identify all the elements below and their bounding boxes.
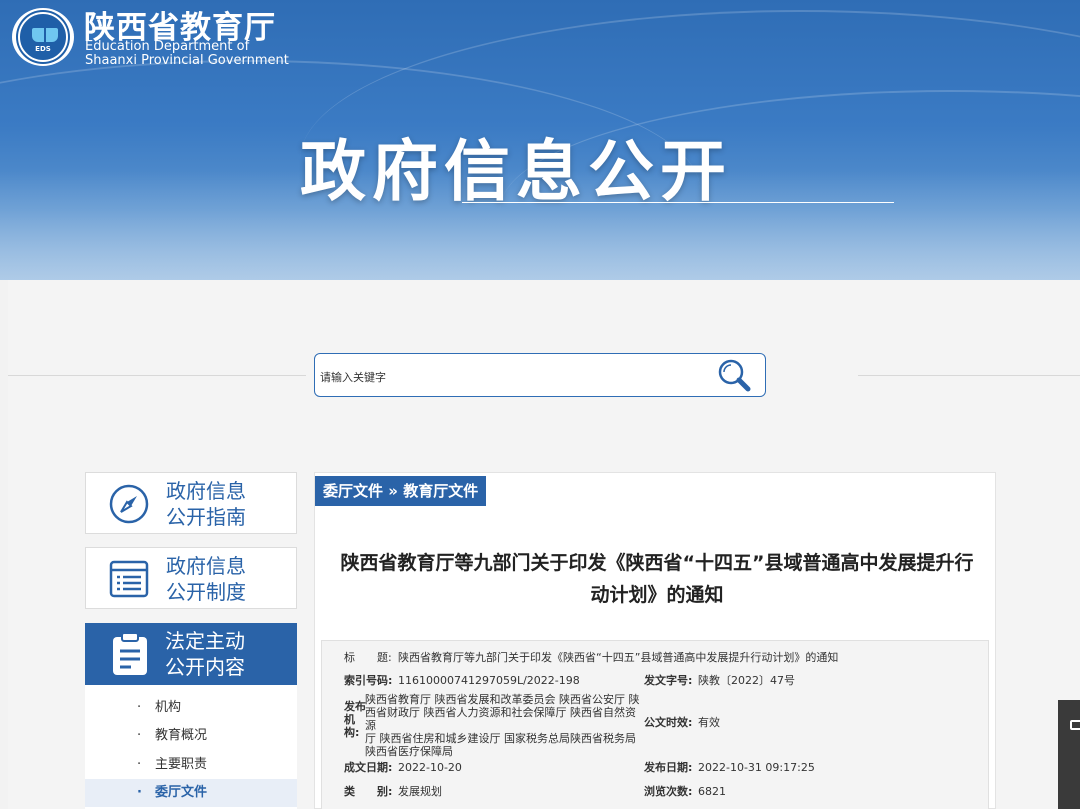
sidebar-subitem-documents[interactable]: · 委厅文件 [85, 779, 297, 807]
meta-created-value: 2022-10-20 [398, 761, 462, 774]
breadcrumb-level1[interactable]: 委厅文件 [323, 482, 383, 500]
sidebar-subitem-overview[interactable]: · 教育概况 [85, 722, 297, 750]
meta-doc-no-label: 发文字号: [644, 674, 693, 687]
meta-validity-value: 有效 [698, 716, 720, 729]
org-name-en-line2: Shaanxi Provincial Government [85, 53, 289, 68]
logo-emblem: EDS [18, 12, 68, 62]
sidebar-item-label: 政府信息 公开制度 [166, 554, 246, 604]
meta-category-label: 类 别: [344, 785, 393, 798]
sidebar-item-guide[interactable]: 政府信息 公开指南 [85, 472, 297, 534]
meta-published-label: 发布日期: [644, 761, 693, 774]
bullet-icon: · [137, 728, 142, 743]
divider-left [8, 375, 306, 376]
site-logo[interactable]: EDS [12, 8, 74, 66]
meta-views-label: 浏览次数: [644, 785, 693, 798]
article-title: 陕西省教育厅等九部门关于印发《陕西省“十四五”县域普通高中发展提升行 动计划》的… [340, 552, 974, 606]
meta-issuer-label: 发布 机 构: [344, 700, 366, 739]
floating-side-tab[interactable] [1058, 700, 1080, 809]
meta-created-label: 成文日期: [344, 761, 393, 774]
sidebar-subitem-duties[interactable]: · 主要职责 [85, 751, 297, 779]
bullet-icon: · [137, 785, 142, 800]
meta-validity-label: 公文时效: [644, 716, 693, 729]
bullet-icon: · [137, 757, 142, 772]
divider-right [858, 375, 1080, 376]
meta-views-value: 6821 [698, 785, 726, 798]
article-panel: 委厅文件 » 教育厅文件 陕西省教育厅等九部门关于印发《陕西省“十四五”县域普通… [314, 472, 996, 809]
org-name-en-line1: Education Department of [85, 39, 250, 54]
banner-title: 政府信息公开 [300, 133, 732, 210]
meta-index-value: 11610000741297059L/2022-198 [398, 674, 580, 687]
document-metadata: 标 题: 陕西省教育厅等九部门关于印发《陕西省“十四五”县域普通高中发展提升行动… [321, 640, 989, 809]
bullet-icon: · [137, 700, 142, 715]
sidebar-item-system[interactable]: 政府信息 公开制度 [85, 547, 297, 609]
sidebar-item-statutory[interactable]: 法定主动 公开内容 [85, 623, 297, 685]
compass-icon [109, 484, 149, 524]
header-banner: EDS 陕西省教育厅 Education Department of Shaan… [0, 0, 1080, 280]
camera-icon [1070, 720, 1080, 730]
search-icon[interactable] [715, 358, 755, 394]
breadcrumb-level2[interactable]: 教育厅文件 [403, 482, 478, 500]
sidebar-sublist: · 机构 · 教育概况 · 主要职责 · 委厅文件 [85, 685, 297, 809]
list-icon [109, 560, 149, 598]
meta-issuer-value: 陕西省教育厅 陕西省发展和改革委员会 陕西省公安厅 陕 西省财政厅 陕西省人力资… [365, 693, 640, 758]
search-input[interactable]: 请输入关键字 [320, 369, 386, 385]
meta-doc-no-value: 陕教〔2022〕47号 [698, 674, 795, 687]
meta-category-value: 发展规划 [398, 785, 442, 798]
meta-title-label: 标 题: [344, 651, 392, 664]
breadcrumb-separator: » [388, 482, 398, 500]
clipboard-icon [113, 632, 147, 675]
title-underline [462, 202, 894, 203]
meta-published-value: 2022-10-31 09:17:25 [698, 761, 815, 774]
logo-text: EDS [35, 45, 51, 53]
meta-title-value: 陕西省教育厅等九部门关于印发《陕西省“十四五”县域普通高中发展提升行动计划》的通… [398, 651, 839, 664]
search-box[interactable]: 请输入关键字 [314, 353, 766, 397]
breadcrumb: 委厅文件 » 教育厅文件 [315, 476, 487, 506]
meta-index-label: 索引号码: [344, 674, 393, 687]
sidebar-subitem-institution[interactable]: · 机构 [85, 694, 297, 722]
book-icon [32, 28, 58, 42]
sidebar-item-label: 法定主动 公开内容 [165, 629, 245, 679]
sidebar-item-label: 政府信息 公开指南 [166, 479, 246, 529]
